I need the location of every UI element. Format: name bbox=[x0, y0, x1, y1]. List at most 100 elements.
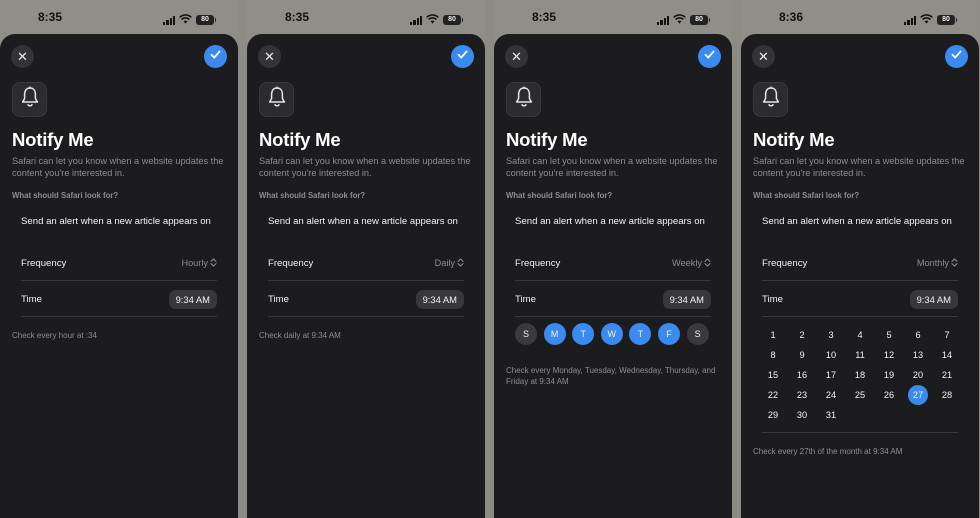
frequency-row[interactable]: Frequency Weekly bbox=[515, 245, 711, 281]
frequency-popup[interactable]: Weekly bbox=[672, 257, 711, 269]
calendar-day[interactable]: 31 bbox=[821, 405, 841, 425]
calendar-day[interactable]: 23 bbox=[792, 385, 812, 405]
calendar-day[interactable]: 24 bbox=[821, 385, 841, 405]
chevron-up-down-icon bbox=[210, 257, 217, 269]
frequency-label: Frequency bbox=[515, 257, 561, 269]
schedule-footnote: Check every hour at :34 bbox=[12, 331, 97, 340]
close-button[interactable]: ✕ bbox=[505, 45, 528, 68]
page-subtitle: Safari can let you know when a website u… bbox=[12, 156, 224, 178]
calendar-day[interactable]: 12 bbox=[879, 345, 899, 365]
chevron-up-down-icon bbox=[704, 257, 711, 269]
schedule-footnote: Check daily at 9:34 AM bbox=[259, 331, 341, 340]
page-subtitle: Safari can let you know when a website u… bbox=[753, 156, 965, 178]
status-time: 8:35 bbox=[532, 10, 557, 24]
done-button[interactable] bbox=[204, 45, 227, 68]
calendar-day[interactable]: 29 bbox=[763, 405, 783, 425]
wifi-icon bbox=[426, 11, 439, 29]
calendar-day[interactable]: 11 bbox=[850, 345, 870, 365]
cellular-signal-icon bbox=[904, 15, 916, 25]
calendar-day[interactable]: 27 bbox=[908, 385, 928, 405]
time-picker-button[interactable]: 9:34 AM bbox=[909, 289, 958, 309]
page-title: Notify Me bbox=[12, 129, 94, 150]
weekday-toggle[interactable]: W bbox=[600, 323, 623, 345]
notify-sheet: ✕ Notify Me Safari can let you know when a… bbox=[0, 34, 238, 518]
calendar-day[interactable]: 1 bbox=[763, 325, 783, 345]
calendar-day[interactable]: 26 bbox=[879, 385, 899, 405]
frequency-popup[interactable]: Monthly bbox=[917, 257, 958, 269]
calendar-day[interactable]: 21 bbox=[937, 365, 957, 385]
chevron-up-down-icon bbox=[951, 257, 958, 269]
calendar-day[interactable]: 19 bbox=[879, 365, 899, 385]
status-icons: 80 bbox=[410, 11, 463, 29]
calendar-day[interactable]: 16 bbox=[792, 365, 812, 385]
chevron-up-down-icon bbox=[457, 257, 464, 269]
close-icon: ✕ bbox=[17, 49, 28, 64]
phone-screen: 8:35 80 ✕ Notify Me Safari can let you know … bbox=[247, 0, 485, 518]
close-button[interactable]: ✕ bbox=[258, 45, 281, 68]
calendar-day[interactable]: 15 bbox=[763, 365, 783, 385]
time-row: Time 9:34 AM bbox=[21, 281, 217, 317]
alert-option[interactable]: Send an alert when a new article appears… bbox=[268, 216, 458, 227]
calendar-day[interactable]: 14 bbox=[937, 345, 957, 365]
page-title: Notify Me bbox=[753, 129, 835, 150]
alert-option[interactable]: Send an alert when a new article appears… bbox=[515, 216, 705, 227]
calendar-day[interactable]: 28 bbox=[937, 385, 957, 405]
calendar-day[interactable]: 8 bbox=[763, 345, 783, 365]
battery-icon: 80 bbox=[937, 15, 957, 25]
time-row: Time 9:34 AM bbox=[515, 281, 711, 317]
time-label: Time bbox=[515, 293, 536, 305]
done-button[interactable] bbox=[698, 45, 721, 68]
checkmark-icon bbox=[456, 48, 469, 66]
cellular-signal-icon bbox=[163, 15, 175, 25]
calendar-day[interactable]: 20 bbox=[908, 365, 928, 385]
frequency-row[interactable]: Frequency Monthly bbox=[762, 245, 958, 281]
phone-screen: 8:36 80 ✕ Notify Me Safari can let you know … bbox=[741, 0, 979, 518]
cellular-signal-icon bbox=[657, 15, 669, 25]
weekday-toggle[interactable]: S bbox=[686, 323, 709, 345]
calendar-day[interactable]: 7 bbox=[937, 325, 957, 345]
calendar-day[interactable]: 4 bbox=[850, 325, 870, 345]
status-bar: 8:35 80 bbox=[247, 0, 485, 34]
cellular-signal-icon bbox=[410, 15, 422, 25]
frequency-popup[interactable]: Daily bbox=[434, 257, 464, 269]
weekday-toggle[interactable]: M bbox=[543, 323, 566, 345]
checkmark-icon bbox=[209, 48, 222, 66]
frequency-row[interactable]: Frequency Hourly bbox=[21, 245, 217, 281]
calendar-day[interactable]: 25 bbox=[850, 385, 870, 405]
frequency-value: Daily bbox=[434, 258, 455, 268]
done-button[interactable] bbox=[945, 45, 968, 68]
close-button[interactable]: ✕ bbox=[11, 45, 34, 68]
weekday-toggle[interactable]: F bbox=[658, 323, 680, 345]
schedule-footnote: Check every 27th of the month at 9:34 AM bbox=[753, 447, 903, 456]
calendar-day[interactable]: 5 bbox=[879, 325, 899, 345]
alert-option[interactable]: Send an alert when a new article appears… bbox=[762, 216, 952, 227]
calendar-day[interactable]: 6 bbox=[908, 325, 928, 345]
battery-icon: 80 bbox=[443, 15, 463, 25]
time-picker-button[interactable]: 9:34 AM bbox=[662, 289, 711, 309]
calendar-day[interactable]: 2 bbox=[792, 325, 812, 345]
weekday-toggle[interactable]: S bbox=[515, 323, 537, 345]
calendar-day[interactable]: 17 bbox=[821, 365, 841, 385]
calendar-day[interactable]: 9 bbox=[792, 345, 812, 365]
calendar-day[interactable]: 22 bbox=[763, 385, 783, 405]
frequency-label: Frequency bbox=[762, 257, 808, 269]
row-divider bbox=[268, 316, 464, 317]
frequency-row[interactable]: Frequency Daily bbox=[268, 245, 464, 281]
time-picker-button[interactable]: 9:34 AM bbox=[415, 289, 464, 309]
status-time: 8:36 bbox=[779, 10, 804, 24]
close-button[interactable]: ✕ bbox=[752, 45, 775, 68]
calendar-day[interactable]: 18 bbox=[850, 365, 870, 385]
time-picker-button[interactable]: 9:34 AM bbox=[168, 289, 217, 309]
done-button[interactable] bbox=[451, 45, 474, 68]
notify-sheet: ✕ Notify Me Safari can let you know when a… bbox=[247, 34, 485, 518]
weekday-toggle[interactable]: T bbox=[629, 323, 652, 345]
calendar-day[interactable]: 30 bbox=[792, 405, 812, 425]
calendar-day[interactable]: 13 bbox=[908, 345, 928, 365]
calendar-day[interactable]: 10 bbox=[821, 345, 841, 365]
row-divider bbox=[21, 316, 217, 317]
alert-option[interactable]: Send an alert when a new article appears… bbox=[21, 216, 211, 227]
frequency-label: Frequency bbox=[21, 257, 67, 269]
weekday-toggle[interactable]: T bbox=[572, 323, 595, 345]
calendar-day[interactable]: 3 bbox=[821, 325, 841, 345]
frequency-popup[interactable]: Hourly bbox=[181, 257, 217, 269]
